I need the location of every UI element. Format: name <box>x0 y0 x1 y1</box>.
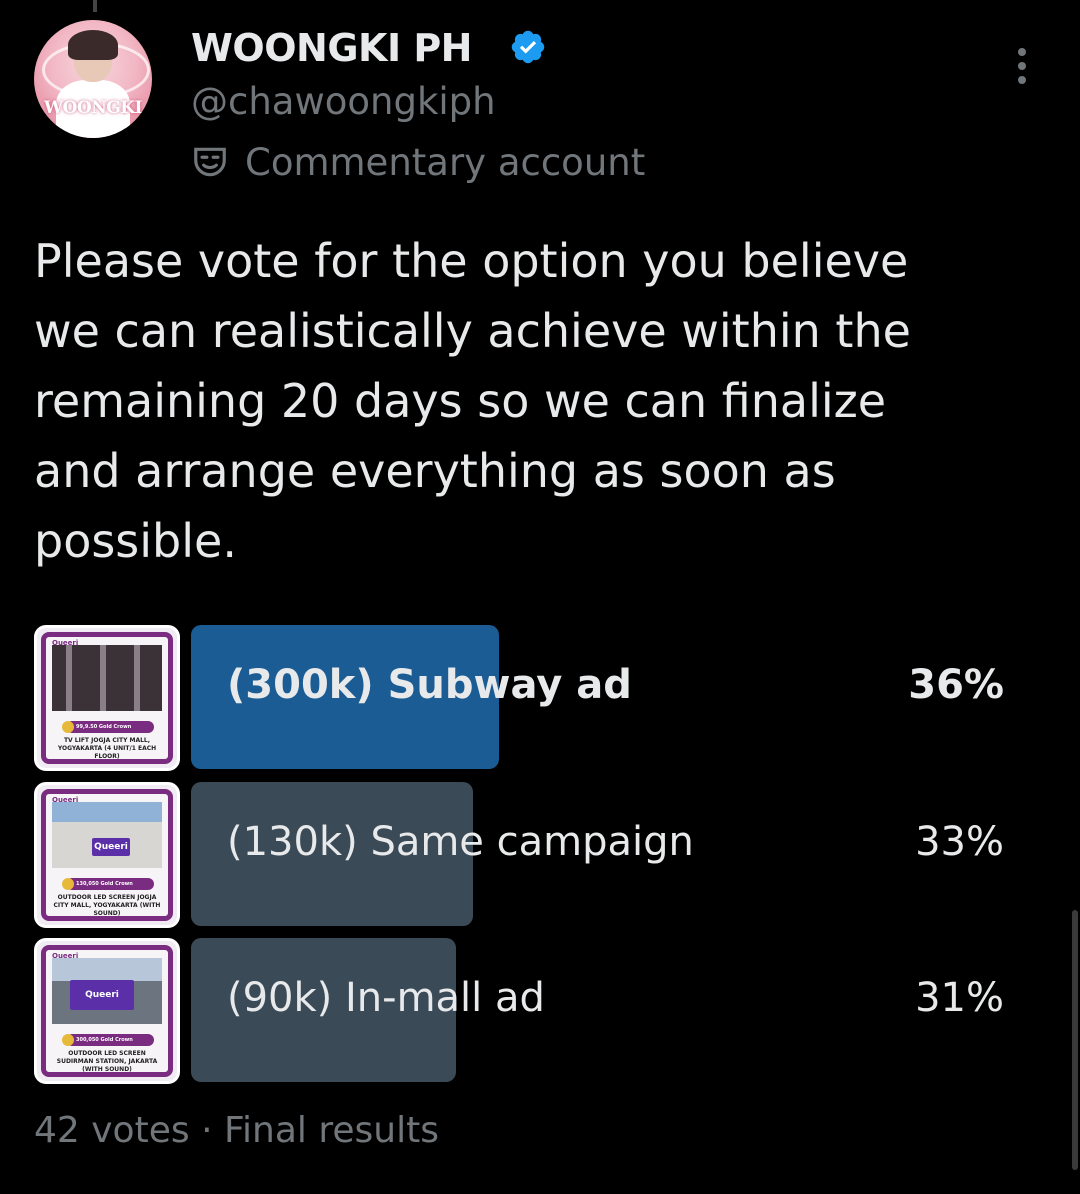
poll-option-same-campaign: Queeri Queeri 130,050 Gold Crown OUTDOOR… <box>34 782 1034 928</box>
image-caption-text: TV LIFT JOGJA CITY MALL, YOGYAKARTA (4 U… <box>57 737 157 760</box>
image-frame: Queeri 99,9.50 Gold Crown TV LIFT JOGJA … <box>41 632 173 764</box>
gold-coin-icon <box>62 721 74 733</box>
poll-footer-separator: · <box>201 1110 213 1151</box>
image-caption-text: OUTDOOR LED SCREEN JOGJA CITY MALL, YOGY… <box>53 894 161 917</box>
poll-vote-count: 42 votes <box>34 1110 190 1151</box>
poll-option-label: (90k) In-mall ad <box>227 975 545 1021</box>
image-elevators <box>52 645 162 711</box>
poll-option-percent: 31% <box>915 975 1004 1021</box>
poll-option-in-mall-ad: Queeri Queeri 300,050 Gold Crown OUTDOOR… <box>34 938 1034 1084</box>
image-frame: Queeri Queeri 130,050 Gold Crown OUTDOOR… <box>41 789 173 921</box>
poll-option-percent: 36% <box>908 662 1004 708</box>
poll-option-image-subway-ad[interactable]: Queeri 99,9.50 Gold Crown TV LIFT JOGJA … <box>34 625 180 771</box>
poll-option-subway-ad: Queeri 99,9.50 Gold Crown TV LIFT JOGJA … <box>34 625 1034 771</box>
image-led-screen: Queeri <box>92 838 130 856</box>
poll-footer: 42 votes · Final results <box>34 1110 439 1151</box>
poll-status: Final results <box>223 1110 439 1151</box>
image-price-text: 300,050 Gold Crown <box>76 1037 133 1043</box>
poll-option-image-same-campaign[interactable]: Queeri Queeri 130,050 Gold Crown OUTDOOR… <box>34 782 180 928</box>
image-building <box>52 802 162 868</box>
poll-option-percent: 33% <box>915 819 1004 865</box>
poll-option-label: (300k) Subway ad <box>227 662 632 708</box>
tweet-text: Please vote for the option you believe w… <box>34 234 911 568</box>
verified-badge-icon[interactable] <box>509 28 547 66</box>
image-caption-text: OUTDOOR LED SCREEN SUDIRMAN STATION, JAK… <box>56 1050 158 1073</box>
image-price-text: 99,9.50 Gold Crown <box>76 724 132 730</box>
more-options-icon[interactable] <box>1012 48 1032 88</box>
avatar-logo-text: WOONGKI <box>44 98 143 118</box>
scrollbar[interactable] <box>1072 910 1078 1170</box>
poll-option-label: (130k) Same campaign <box>227 819 694 865</box>
profile-avatar[interactable]: WOONGKI <box>34 20 152 138</box>
gold-coin-icon <box>62 878 74 890</box>
image-price-text: 130,050 Gold Crown <box>76 881 133 887</box>
image-frame: Queeri Queeri 300,050 Gold Crown OUTDOOR… <box>41 945 173 1077</box>
display-name[interactable]: WOONGKI PH <box>191 26 472 70</box>
gold-coin-icon <box>62 1034 74 1046</box>
avatar-figure-hair <box>68 30 118 60</box>
poll-option-image-in-mall-ad[interactable]: Queeri Queeri 300,050 Gold Crown OUTDOOR… <box>34 938 180 1084</box>
image-led-screen: Queeri <box>70 980 134 1010</box>
account-label-text: Commentary account <box>245 140 646 184</box>
top-edge-fragment <box>93 0 97 12</box>
account-handle[interactable]: @chawoongkiph <box>191 80 496 123</box>
theater-masks-icon <box>194 147 226 177</box>
account-label: Commentary account <box>191 138 645 186</box>
